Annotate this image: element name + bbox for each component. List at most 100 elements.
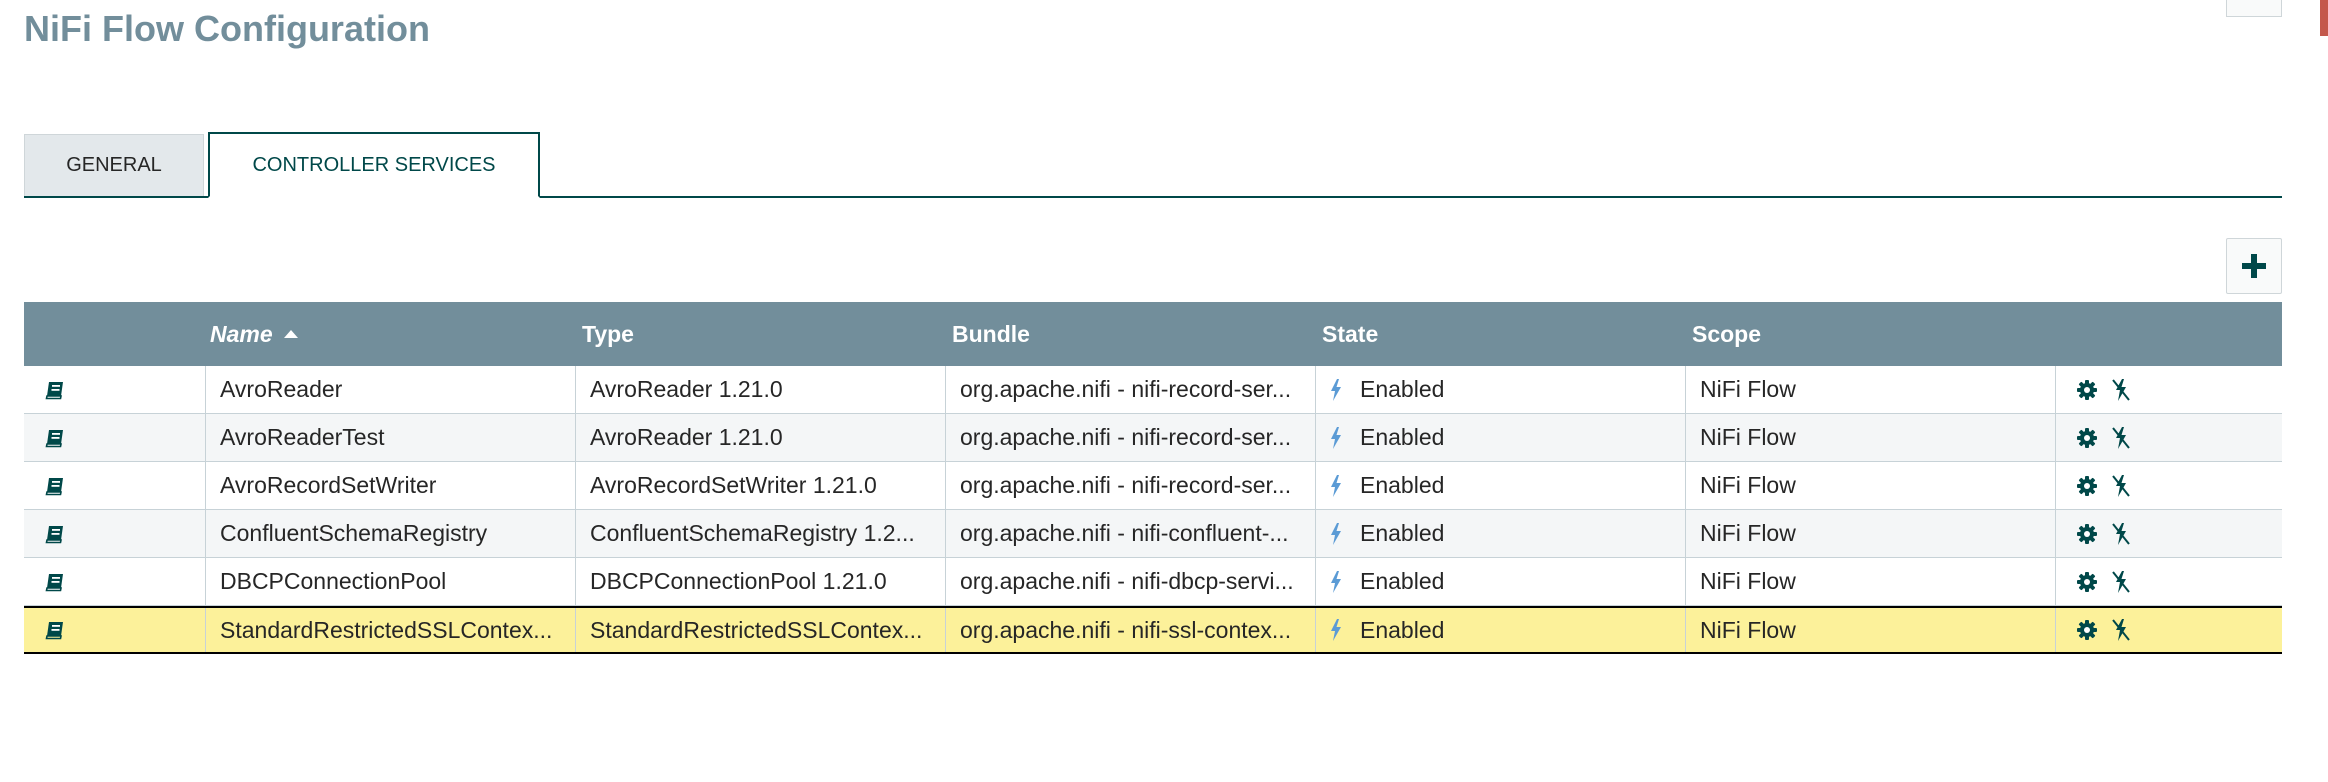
- row-state-cell: Enabled: [1316, 558, 1686, 605]
- enabled-bolt-icon: [1330, 426, 1342, 449]
- row-scope-cell: NiFi Flow: [1686, 608, 2056, 652]
- row-actions-cell: [2056, 414, 2282, 461]
- enabled-bolt-icon: [1330, 570, 1342, 593]
- flow-configuration-page: NiFi Flow Configuration GENERAL CONTROLL…: [0, 0, 2328, 782]
- gear-icon[interactable]: [2076, 427, 2098, 449]
- row-scope: NiFi Flow: [1700, 424, 1796, 450]
- enabled-bolt-icon: [1330, 474, 1342, 497]
- row-bundle-cell: org.apache.nifi - nifi-dbcp-servi...: [946, 558, 1316, 605]
- row-scope: NiFi Flow: [1700, 616, 1796, 643]
- column-header-state[interactable]: State: [1316, 302, 1686, 366]
- page-title: NiFi Flow Configuration: [24, 8, 430, 49]
- row-info-cell: [24, 366, 206, 413]
- row-bundle: org.apache.nifi - nifi-record-ser...: [960, 424, 1292, 450]
- row-type: DBCPConnectionPool 1.21.0: [590, 568, 887, 594]
- column-header-actions: [2056, 302, 2282, 366]
- close-button[interactable]: [2226, 0, 2282, 17]
- row-name: DBCPConnectionPool: [220, 568, 447, 594]
- row-type-cell: AvroReader 1.21.0: [576, 366, 946, 413]
- column-header-bundle[interactable]: Bundle: [946, 302, 1316, 366]
- table-row[interactable]: DBCPConnectionPool DBCPConnectionPool 1.…: [24, 558, 2282, 606]
- row-state-cell: Enabled: [1316, 366, 1686, 413]
- row-name-cell: AvroReader: [206, 366, 576, 413]
- row-scope: NiFi Flow: [1700, 376, 1796, 402]
- disable-icon[interactable]: [2110, 474, 2132, 498]
- row-type-cell: ConfluentSchemaRegistry 1.2...: [576, 510, 946, 557]
- table-row[interactable]: StandardRestrictedSSLContex... StandardR…: [24, 606, 2282, 654]
- book-icon[interactable]: [44, 524, 66, 544]
- row-name-cell: StandardRestrictedSSLContex...: [206, 608, 576, 652]
- row-type: StandardRestrictedSSLContex...: [590, 616, 923, 643]
- row-scope: NiFi Flow: [1700, 520, 1796, 546]
- row-bundle: org.apache.nifi - nifi-confluent-...: [960, 520, 1289, 546]
- table-row[interactable]: ConfluentSchemaRegistry ConfluentSchemaR…: [24, 510, 2282, 558]
- row-state: Enabled: [1360, 424, 1445, 450]
- book-icon[interactable]: [44, 428, 66, 448]
- column-header-type[interactable]: Type: [576, 302, 946, 366]
- window-edge: [2320, 0, 2328, 36]
- row-type-cell: DBCPConnectionPool 1.21.0: [576, 558, 946, 605]
- gear-icon[interactable]: [2076, 619, 2098, 641]
- tab-bar: GENERAL CONTROLLER SERVICES: [24, 132, 2282, 198]
- gear-icon[interactable]: [2076, 379, 2098, 401]
- row-info-cell: [24, 558, 206, 605]
- row-state: Enabled: [1360, 376, 1445, 402]
- enabled-bolt-icon: [1330, 522, 1342, 545]
- row-name: AvroReaderTest: [220, 424, 385, 450]
- row-info-cell: [24, 414, 206, 461]
- book-icon[interactable]: [44, 572, 66, 592]
- row-actions-cell: [2056, 558, 2282, 605]
- row-scope: NiFi Flow: [1700, 472, 1796, 498]
- plus-icon: [2240, 252, 2268, 280]
- row-bundle-cell: org.apache.nifi - nifi-record-ser...: [946, 462, 1316, 509]
- gear-icon[interactable]: [2076, 523, 2098, 545]
- column-header-name[interactable]: Name: [206, 302, 576, 366]
- row-type: AvroRecordSetWriter 1.21.0: [590, 472, 877, 498]
- row-bundle-cell: org.apache.nifi - nifi-record-ser...: [946, 366, 1316, 413]
- gear-icon[interactable]: [2076, 571, 2098, 593]
- add-controller-service-button[interactable]: [2226, 238, 2282, 294]
- disable-icon[interactable]: [2110, 570, 2132, 594]
- tab-general[interactable]: GENERAL: [24, 134, 204, 196]
- book-icon[interactable]: [44, 380, 66, 400]
- row-actions-cell: [2056, 462, 2282, 509]
- disable-icon[interactable]: [2110, 426, 2132, 450]
- enabled-bolt-icon: [1330, 378, 1342, 401]
- row-actions-cell: [2056, 510, 2282, 557]
- row-state: Enabled: [1360, 472, 1445, 498]
- row-info-cell: [24, 608, 206, 652]
- disable-icon[interactable]: [2110, 378, 2132, 402]
- gear-icon[interactable]: [2076, 475, 2098, 497]
- row-scope-cell: NiFi Flow: [1686, 462, 2056, 509]
- row-scope-cell: NiFi Flow: [1686, 558, 2056, 605]
- row-state: Enabled: [1360, 520, 1445, 546]
- tab-controller-services[interactable]: CONTROLLER SERVICES: [208, 132, 540, 198]
- book-icon[interactable]: [44, 476, 66, 496]
- row-bundle-cell: org.apache.nifi - nifi-ssl-contex...: [946, 608, 1316, 652]
- table-row[interactable]: AvroReaderTest AvroReader 1.21.0 org.apa…: [24, 414, 2282, 462]
- row-type-cell: AvroReader 1.21.0: [576, 414, 946, 461]
- book-icon[interactable]: [44, 620, 66, 640]
- row-scope-cell: NiFi Flow: [1686, 510, 2056, 557]
- sort-ascending-icon: [283, 329, 299, 339]
- row-type: AvroReader 1.21.0: [590, 376, 783, 402]
- enabled-bolt-icon: [1330, 619, 1342, 641]
- table-row[interactable]: AvroReader AvroReader 1.21.0 org.apache.…: [24, 366, 2282, 414]
- column-header-scope[interactable]: Scope: [1686, 302, 2056, 366]
- row-actions-cell: [2056, 366, 2282, 413]
- row-name-cell: DBCPConnectionPool: [206, 558, 576, 605]
- row-name-cell: ConfluentSchemaRegistry: [206, 510, 576, 557]
- table-row[interactable]: AvroRecordSetWriter AvroRecordSetWriter …: [24, 462, 2282, 510]
- row-name-cell: AvroRecordSetWriter: [206, 462, 576, 509]
- disable-icon[interactable]: [2110, 618, 2132, 642]
- row-actions-cell: [2056, 608, 2282, 652]
- row-bundle-cell: org.apache.nifi - nifi-confluent-...: [946, 510, 1316, 557]
- row-bundle: org.apache.nifi - nifi-record-ser...: [960, 376, 1292, 402]
- row-state: Enabled: [1360, 568, 1445, 594]
- row-type-cell: AvroRecordSetWriter 1.21.0: [576, 462, 946, 509]
- disable-icon[interactable]: [2110, 522, 2132, 546]
- row-name-cell: AvroReaderTest: [206, 414, 576, 461]
- row-bundle: org.apache.nifi - nifi-record-ser...: [960, 472, 1292, 498]
- row-name: AvroReader: [220, 376, 343, 402]
- row-name: AvroRecordSetWriter: [220, 472, 437, 498]
